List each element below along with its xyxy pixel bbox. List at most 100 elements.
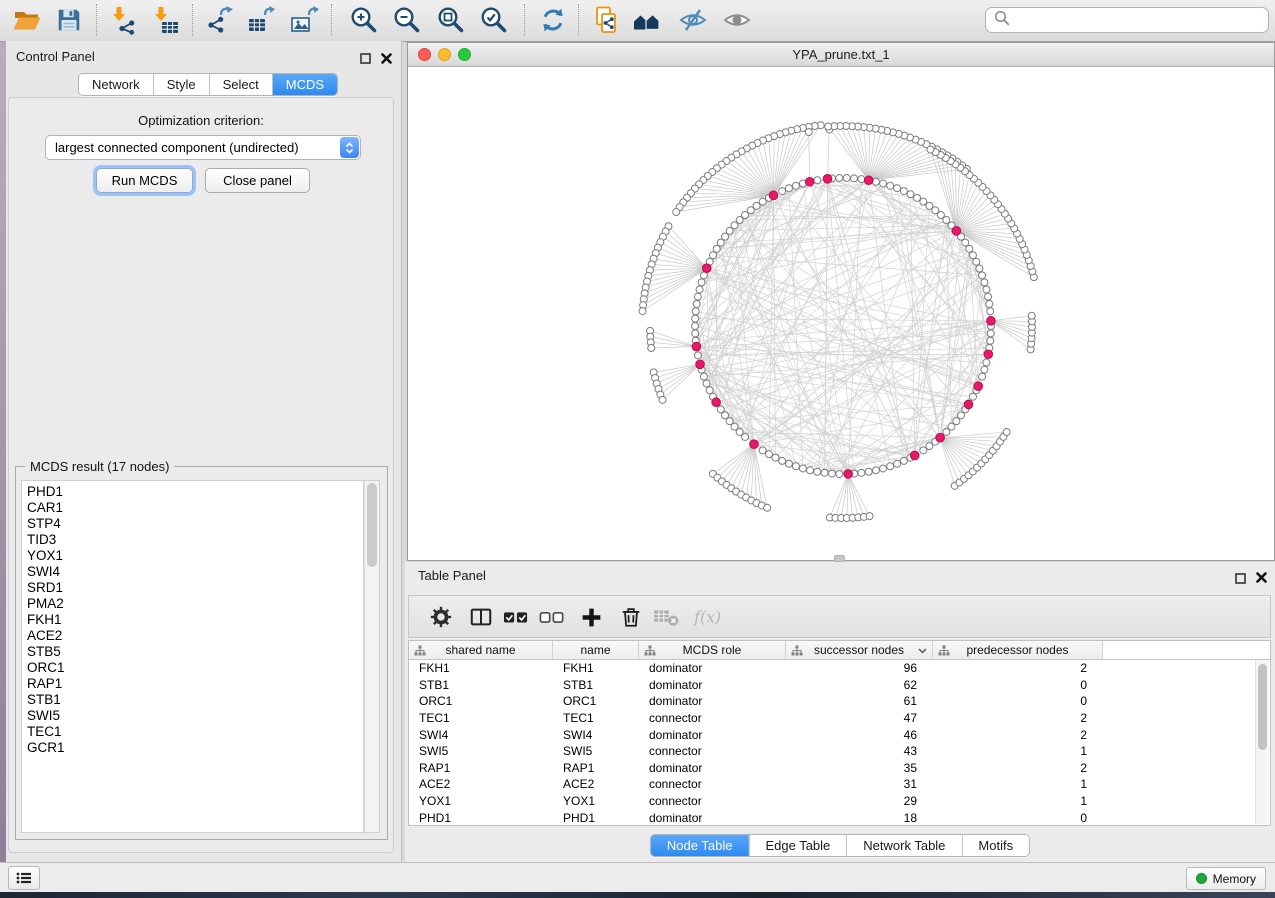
export-image-icon[interactable]: [289, 5, 319, 35]
search-input[interactable]: [1015, 12, 1268, 29]
tab-network[interactable]: Network: [79, 74, 153, 95]
table-scrollbar[interactable]: [1255, 660, 1269, 824]
close-panel-icon[interactable]: [1256, 570, 1267, 588]
show-eye-icon[interactable]: [722, 5, 752, 35]
trash-icon[interactable]: [617, 603, 645, 631]
cell-name: SWI4: [553, 728, 639, 742]
close-panel-button[interactable]: Close panel: [205, 168, 310, 193]
table-row[interactable]: ORC1ORC1dominator610: [409, 693, 1270, 710]
column-header-name[interactable]: name: [553, 641, 639, 660]
gear-icon[interactable]: [427, 603, 455, 631]
table-row[interactable]: SWI5SWI5connector431: [409, 743, 1270, 760]
show-columns-icon[interactable]: [467, 603, 495, 631]
import-network-icon[interactable]: [108, 5, 138, 35]
mcds-result-item[interactable]: CAR1: [22, 500, 363, 516]
close-panel-icon[interactable]: [381, 51, 392, 69]
task-history-button[interactable]: [8, 866, 40, 890]
minimize-traffic-icon[interactable]: [438, 48, 451, 61]
mcds-result-item[interactable]: STB1: [22, 692, 363, 708]
network-graph[interactable]: [408, 67, 1274, 561]
column-label: predecessor nodes: [966, 643, 1068, 657]
float-window-icon[interactable]: [1235, 571, 1246, 589]
mcds-result-item[interactable]: RAP1: [22, 676, 363, 692]
mcds-result-item[interactable]: SWI4: [22, 564, 363, 580]
mcds-result-item[interactable]: STB5: [22, 644, 363, 660]
clone-network-icon[interactable]: [592, 5, 622, 35]
hide-eye-slash-icon[interactable]: [678, 5, 708, 35]
mcds-list-scrollbar[interactable]: [364, 480, 380, 833]
criterion-dropdown[interactable]: largest connected component (undirected): [45, 135, 361, 160]
mcds-result-item[interactable]: TEC1: [22, 724, 363, 740]
tab-motifs[interactable]: Motifs: [961, 835, 1029, 856]
table-row[interactable]: RAP1RAP1dominator352: [409, 760, 1270, 777]
mcds-result-item[interactable]: FKH1: [22, 612, 363, 628]
close-traffic-icon[interactable]: [418, 48, 431, 61]
mcds-result-item[interactable]: PHD1: [22, 484, 363, 500]
tab-mcds[interactable]: MCDS: [272, 74, 337, 95]
tab-edge-table[interactable]: Edge Table: [748, 835, 846, 856]
mcds-result-item[interactable]: SRD1: [22, 580, 363, 596]
table-panel: Table Panel: [405, 562, 1275, 862]
split-divider-grip[interactable]: [834, 555, 845, 562]
deselect-all-icon[interactable]: [537, 603, 567, 631]
cell-shared-name: TEC1: [409, 711, 553, 725]
table-row[interactable]: SWI4SWI4dominator462: [409, 726, 1270, 743]
mcds-result-item[interactable]: ACE2: [22, 628, 363, 644]
column-header-mcds-role[interactable]: MCDS role: [639, 641, 786, 660]
mcds-result-title: MCDS result (17 nodes): [25, 459, 174, 474]
search-icon: [994, 10, 1010, 31]
export-network-icon[interactable]: [204, 5, 234, 35]
column-header-predecessor-nodes[interactable]: predecessor nodes: [933, 641, 1103, 660]
mcds-result-item[interactable]: PMA2: [22, 596, 363, 612]
memory-button[interactable]: Memory: [1186, 867, 1266, 890]
zoom-fit-icon[interactable]: [436, 5, 466, 35]
table-row[interactable]: FKH1FKH1dominator962: [409, 660, 1270, 677]
search-box[interactable]: [985, 7, 1269, 33]
scrollbar-thumb[interactable]: [1258, 664, 1267, 750]
zoom-selected-icon[interactable]: [479, 5, 509, 35]
tab-style[interactable]: Style: [153, 74, 209, 95]
save-floppy-icon[interactable]: [54, 5, 84, 35]
column-header-successor-nodes[interactable]: successor nodes: [786, 641, 933, 660]
column-label: name: [580, 643, 610, 657]
houses-icon[interactable]: [632, 5, 662, 35]
mcds-result-item[interactable]: GCR1: [22, 740, 363, 756]
tab-node-table[interactable]: Node Table: [651, 835, 749, 856]
table-row[interactable]: PHD1PHD1dominator180: [409, 809, 1270, 826]
desktop-wallpaper-bottom: [0, 892, 1275, 898]
mcds-result-item[interactable]: TID3: [22, 532, 363, 548]
cell-mcds-role: dominator: [639, 678, 786, 692]
zoom-traffic-icon[interactable]: [458, 48, 471, 61]
add-column-icon[interactable]: [577, 603, 605, 631]
refresh-icon[interactable]: [538, 5, 568, 35]
select-all-icon[interactable]: [501, 603, 531, 631]
export-table-icon[interactable]: [246, 5, 276, 35]
mcds-result-item[interactable]: ORC1: [22, 660, 363, 676]
table-row[interactable]: STB1STB1dominator620: [409, 677, 1270, 694]
table-row[interactable]: YOX1YOX1connector291: [409, 793, 1270, 810]
tab-select[interactable]: Select: [209, 74, 272, 95]
mcds-result-item[interactable]: STP4: [22, 516, 363, 532]
app-screen: Control Panel NetworkStyleSelectMCDS Opt…: [0, 0, 1275, 898]
table-tabs: Node TableEdge TableNetwork TableMotifs: [650, 834, 1030, 857]
cell-successor-nodes: 61: [786, 694, 933, 708]
run-mcds-button[interactable]: Run MCDS: [96, 168, 193, 193]
open-folder-icon[interactable]: [12, 5, 42, 35]
mcds-result-item[interactable]: YOX1: [22, 548, 363, 564]
cell-shared-name: YOX1: [409, 794, 553, 808]
column-header-shared-name[interactable]: shared name: [409, 641, 553, 660]
zoom-in-icon[interactable]: [349, 5, 379, 35]
cell-mcds-role: connector: [639, 777, 786, 791]
cell-predecessor-nodes: 1: [933, 794, 1103, 808]
float-window-icon[interactable]: [360, 51, 371, 69]
cell-shared-name: STB1: [409, 678, 553, 692]
memory-label: Memory: [1213, 872, 1256, 886]
network-window-titlebar[interactable]: YPA_prune.txt_1: [408, 43, 1274, 67]
table-row[interactable]: TEC1TEC1connector472: [409, 710, 1270, 727]
zoom-out-icon[interactable]: [392, 5, 422, 35]
import-table-icon[interactable]: [150, 5, 180, 35]
table-row[interactable]: ACE2ACE2connector311: [409, 776, 1270, 793]
tab-network-table[interactable]: Network Table: [846, 835, 961, 856]
mcds-result-item[interactable]: SWI5: [22, 708, 363, 724]
scrollbar-thumb[interactable]: [367, 483, 377, 567]
